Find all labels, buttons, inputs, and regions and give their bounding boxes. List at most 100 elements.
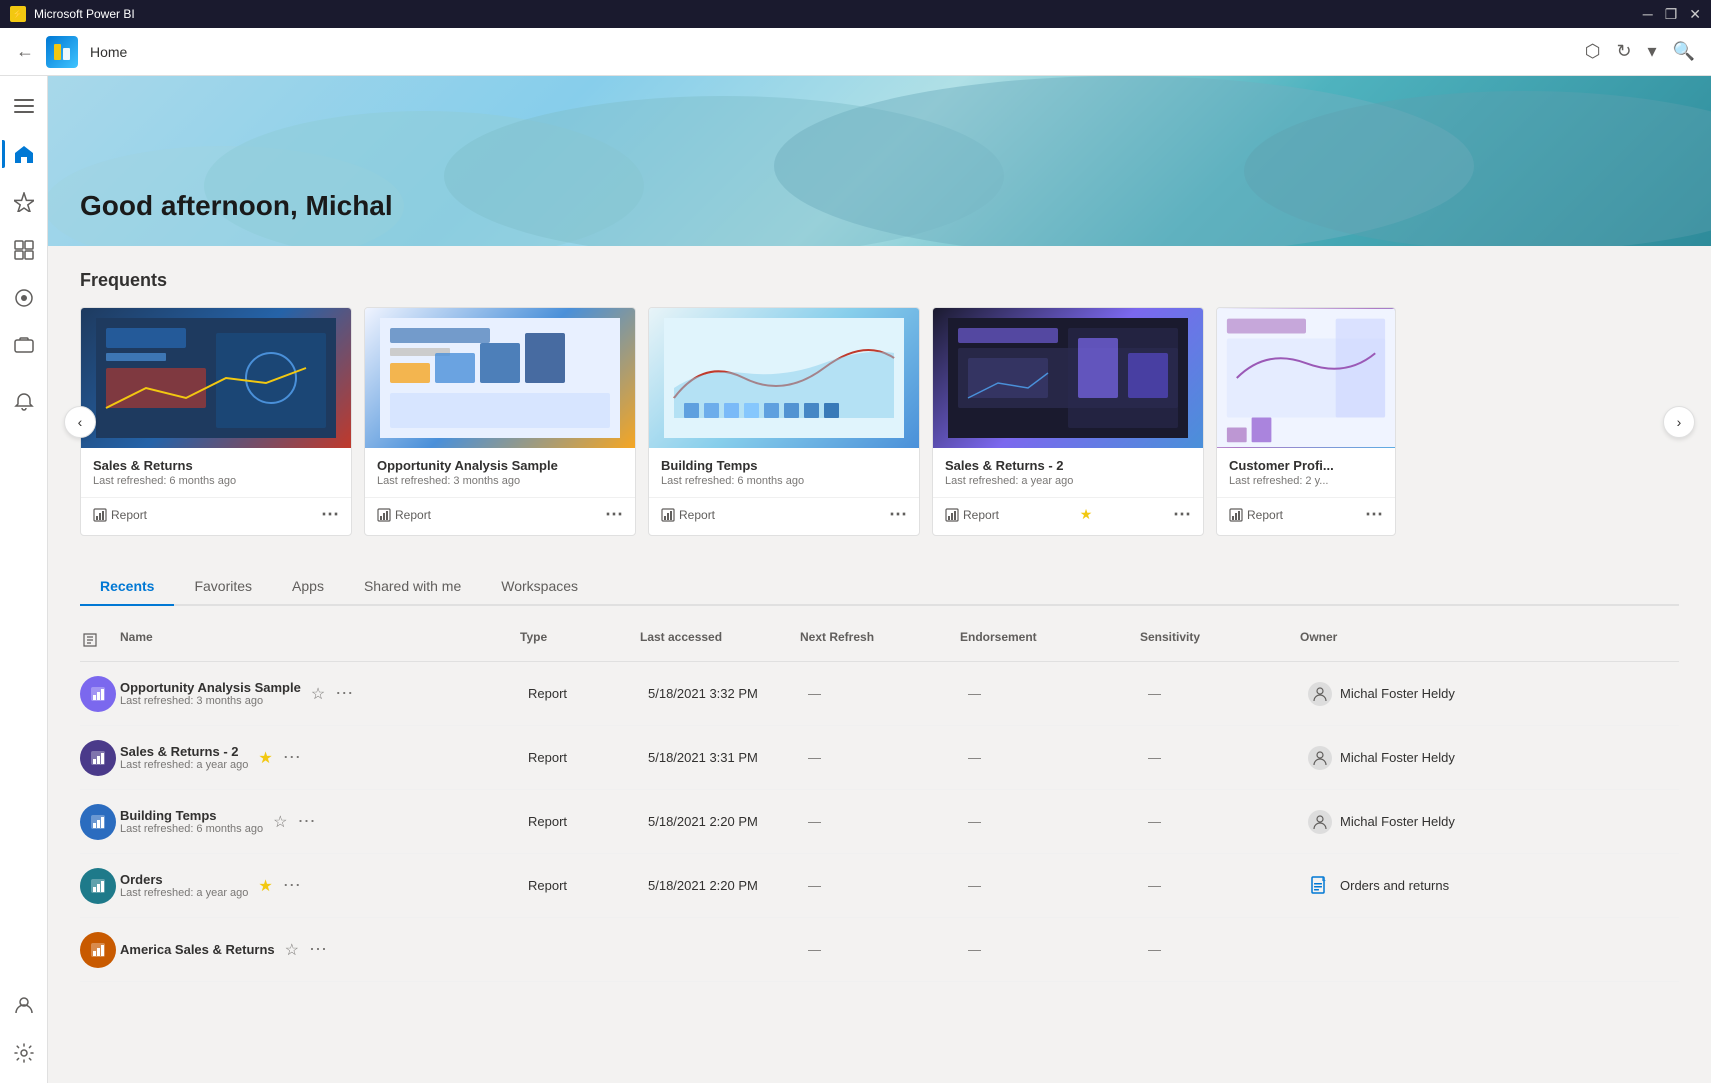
- card-title: Sales & Returns - 2: [945, 458, 1191, 473]
- card-type-label: Report: [963, 508, 999, 522]
- row-endorsement: —: [960, 942, 1140, 957]
- frequent-card[interactable]: Customer Profi... Last refreshed: 2 y...…: [1216, 307, 1396, 536]
- table-row: Opportunity Analysis Sample Last refresh…: [80, 662, 1679, 726]
- owner-avatar: [1308, 810, 1332, 834]
- col-header-sensitivity: Sensitivity: [1140, 630, 1300, 653]
- favorite-star-button[interactable]: ☆: [285, 940, 299, 960]
- col-header-type: Type: [520, 630, 640, 653]
- hero-banner: Good afternoon, Michal: [48, 76, 1711, 246]
- card-body: Building Temps Last refreshed: 6 months …: [649, 448, 919, 497]
- tab-apps[interactable]: Apps: [272, 568, 344, 606]
- favorite-star-button[interactable]: ★: [258, 748, 272, 768]
- card-more-button[interactable]: ⋯: [889, 504, 907, 525]
- favorite-star-button[interactable]: ☆: [311, 684, 325, 704]
- col-header-name: Name: [120, 630, 520, 653]
- search-button[interactable]: 🔍: [1673, 41, 1695, 62]
- card-more-button[interactable]: ⋯: [1365, 504, 1383, 525]
- row-owner: Michal Foster Heldy: [1300, 810, 1679, 834]
- minimize-button[interactable]: ─: [1643, 6, 1653, 23]
- restore-button[interactable]: ❐: [1665, 6, 1678, 23]
- item-name[interactable]: Opportunity Analysis Sample: [120, 680, 301, 695]
- sidebar-apps[interactable]: [2, 228, 46, 272]
- card-type-label: Report: [679, 508, 715, 522]
- owner-avatar: [1308, 682, 1332, 706]
- col-header-icon: [80, 630, 120, 653]
- frequent-card[interactable]: Opportunity Analysis Sample Last refresh…: [364, 307, 636, 536]
- sidebar-metrics[interactable]: [2, 276, 46, 320]
- favorite-star-button[interactable]: ★: [258, 876, 272, 896]
- row-sensitivity: —: [1140, 878, 1300, 893]
- item-name[interactable]: Sales & Returns - 2: [120, 744, 248, 759]
- tab-favorites[interactable]: Favorites: [174, 568, 272, 606]
- row-owner: Michal Foster Heldy: [1300, 682, 1679, 706]
- card-footer: Report ⋯: [649, 497, 919, 535]
- row-more-button[interactable]: ⋯: [283, 875, 301, 896]
- frequents-title: Frequents: [80, 270, 1679, 291]
- card-type: Report: [93, 508, 147, 522]
- carousel-left-arrow[interactable]: ‹: [64, 406, 96, 438]
- sidebar-user[interactable]: [2, 983, 46, 1027]
- favorite-star-button[interactable]: ☆: [273, 812, 287, 832]
- row-name-cell: Opportunity Analysis Sample Last refresh…: [120, 672, 520, 715]
- card-subtitle: Last refreshed: a year ago: [945, 475, 1191, 487]
- back-button[interactable]: ←: [16, 41, 34, 62]
- row-more-button[interactable]: ⋯: [297, 811, 315, 832]
- row-endorsement: —: [960, 814, 1140, 829]
- close-button[interactable]: ✕: [1689, 6, 1701, 23]
- topbar: ← Home ⬡ ↻ ▾ 🔍: [0, 28, 1711, 76]
- tab-recents[interactable]: Recents: [80, 568, 174, 606]
- sidebar-settings[interactable]: [2, 1031, 46, 1075]
- tabs-container: Recents Favorites Apps Shared with me Wo…: [80, 568, 1679, 982]
- table-row: Building Temps Last refreshed: 6 months …: [80, 790, 1679, 854]
- sidebar-home[interactable]: [2, 132, 46, 176]
- item-name[interactable]: America Sales & Returns: [120, 942, 275, 957]
- tabs: Recents Favorites Apps Shared with me Wo…: [80, 568, 1679, 606]
- card-more-button[interactable]: ⋯: [1173, 504, 1191, 525]
- sidebar-notifications[interactable]: [2, 380, 46, 424]
- sidebar-menu[interactable]: [2, 84, 46, 128]
- app-icon: ⚡: [10, 6, 26, 22]
- row-icon-cell: [80, 804, 120, 840]
- titlebar: ⚡ Microsoft Power BI ─ ❐ ✕: [0, 0, 1711, 28]
- item-icon: [80, 932, 116, 968]
- row-owner: Michal Foster Heldy: [1300, 746, 1679, 770]
- row-next-refresh: —: [800, 942, 960, 957]
- owner-avatar: [1308, 746, 1332, 770]
- item-name[interactable]: Orders: [120, 872, 248, 887]
- sidebar-workspaces[interactable]: [2, 324, 46, 368]
- col-header-next-refresh: Next Refresh: [800, 630, 960, 653]
- card-more-button[interactable]: ⋯: [321, 504, 339, 525]
- item-name[interactable]: Building Temps: [120, 808, 263, 823]
- card-type: Report: [661, 508, 715, 522]
- app-logo: [46, 36, 78, 68]
- row-more-button[interactable]: ⋯: [283, 747, 301, 768]
- col-header-owner: Owner: [1300, 630, 1679, 653]
- tab-shared-with-me[interactable]: Shared with me: [344, 568, 481, 606]
- card-body: Sales & Returns - 2 Last refreshed: a ye…: [933, 448, 1203, 497]
- card-title: Building Temps: [661, 458, 907, 473]
- card-footer: Report ⋯: [1217, 497, 1395, 535]
- table-row: Orders Last refreshed: a year ago ★ ⋯ Re…: [80, 854, 1679, 918]
- row-more-button[interactable]: ⋯: [309, 939, 327, 960]
- row-last-accessed: 5/18/2021 3:32 PM: [640, 686, 800, 701]
- row-type: Report: [520, 814, 640, 829]
- tab-workspaces[interactable]: Workspaces: [481, 568, 598, 606]
- row-icon-cell: [80, 868, 120, 904]
- item-icon: [80, 868, 116, 904]
- table-header: Name Type Last accessed Next Refresh End…: [80, 622, 1679, 662]
- refresh-button[interactable]: ↻: [1616, 41, 1631, 62]
- frequent-card[interactable]: Sales & Returns - 2 Last refreshed: a ye…: [932, 307, 1204, 536]
- row-type: Report: [520, 686, 640, 701]
- frequent-card[interactable]: Building Temps Last refreshed: 6 months …: [648, 307, 920, 536]
- carousel-right-arrow[interactable]: ›: [1663, 406, 1695, 438]
- refresh-dropdown[interactable]: ▾: [1648, 41, 1657, 62]
- row-type: Report: [520, 878, 640, 893]
- frequents-section: Frequents ‹: [80, 270, 1679, 536]
- table-container: Name Type Last accessed Next Refresh End…: [80, 622, 1679, 982]
- row-more-button[interactable]: ⋯: [335, 683, 353, 704]
- edit-button[interactable]: ⬡: [1585, 41, 1601, 62]
- frequent-card[interactable]: Sales & Returns Last refreshed: 6 months…: [80, 307, 352, 536]
- sidebar-favorites[interactable]: [2, 180, 46, 224]
- card-title: Customer Profi...: [1229, 458, 1383, 473]
- card-more-button[interactable]: ⋯: [605, 504, 623, 525]
